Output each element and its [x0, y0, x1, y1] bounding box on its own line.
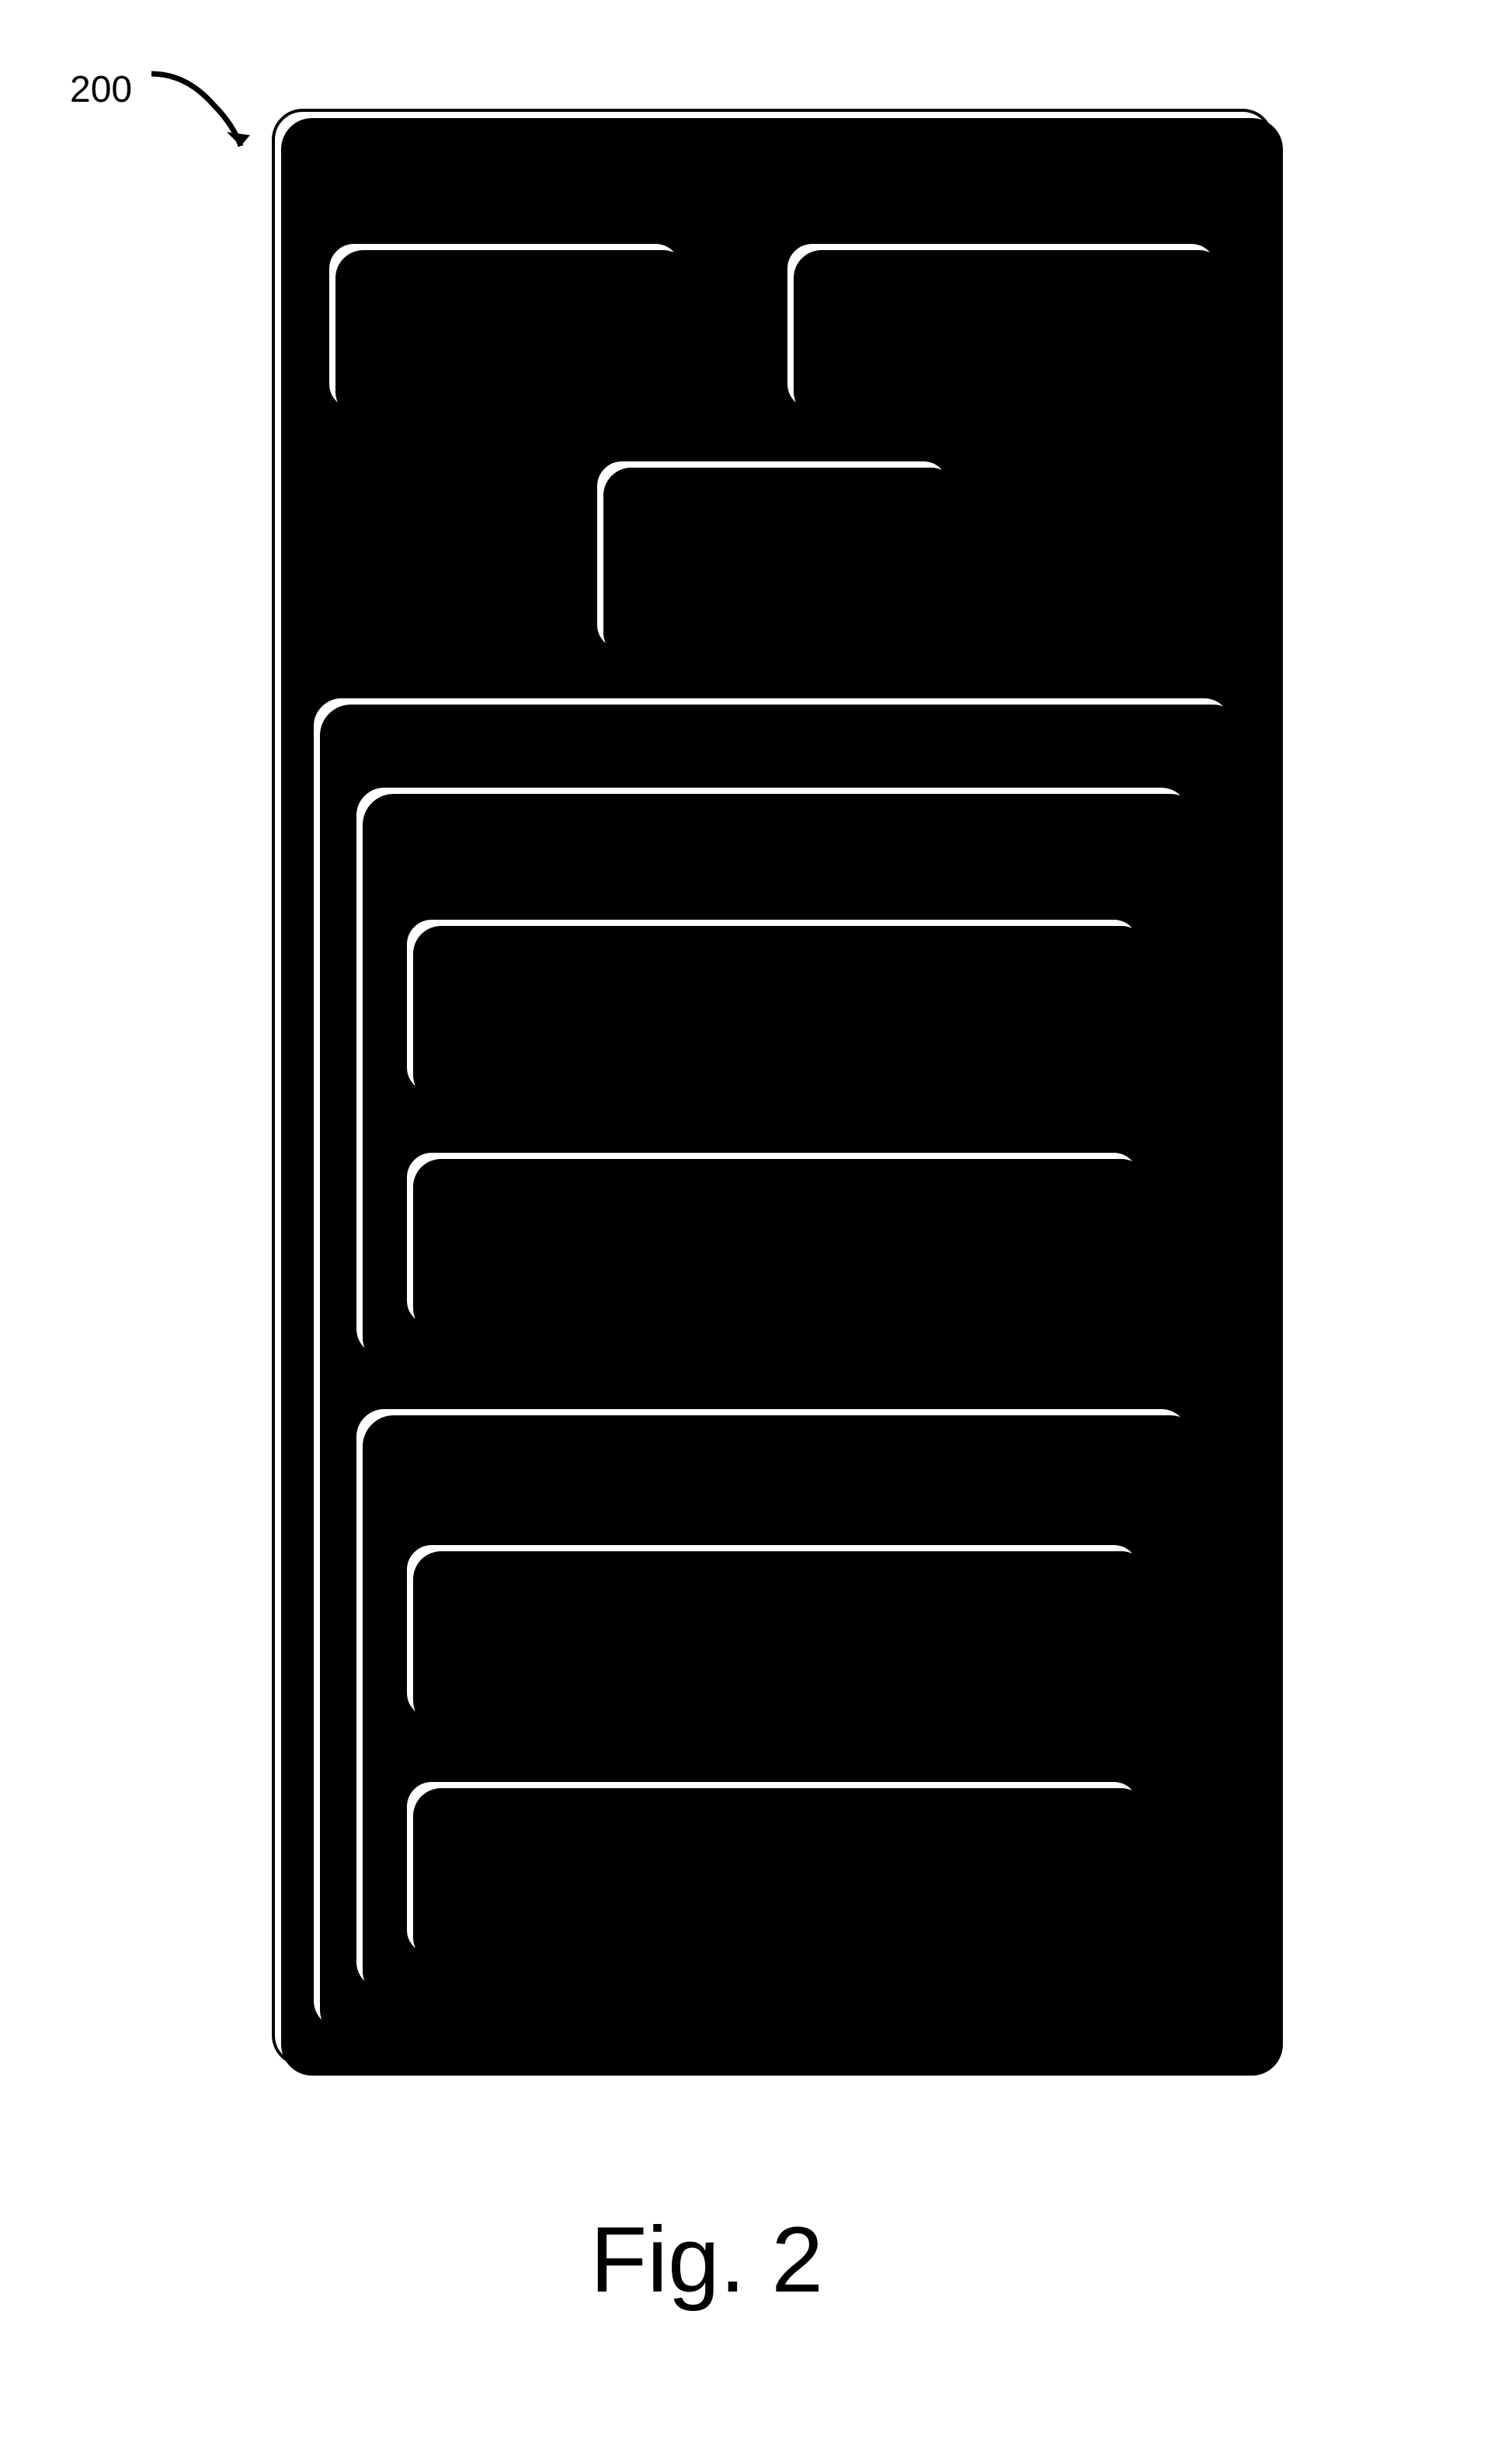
network-interfaces-title: Network Interfaces: [855, 283, 1149, 325]
system-memory-header: System Memory 208: [314, 720, 1232, 759]
program-modules-title: Program Modules: [638, 809, 906, 852]
other-program-data-num: 218: [744, 1866, 801, 1904]
other-program-modules-num: 214: [744, 1237, 801, 1275]
program-data-num: 212: [744, 1476, 801, 1514]
io-interfaces-box: Input/Output Interfaces 206: [594, 458, 951, 653]
io-interfaces-title-l2: Interfaces: [696, 531, 850, 574]
threat-analysis-data-box: Threat Analysis Data 216: [404, 1542, 1142, 1721]
system-memory-title: System Memory: [624, 720, 855, 758]
network-interfaces-box: Network Interfaces 204: [784, 241, 1219, 412]
device-title-num: 110: [978, 136, 1035, 176]
device-title: TAM Client Computing Device 110: [275, 135, 1270, 177]
io-interfaces-title-l1: Input/Output: [677, 489, 868, 531]
threat-analyzing-module-title: Threat-Analyzing Module: [586, 959, 960, 1001]
system-memory-num: 208: [864, 720, 921, 758]
threat-analysis-data-title: Threat Analysis Data: [618, 1584, 926, 1627]
program-modules-num: 210: [744, 854, 801, 893]
network-interfaces-num: 204: [973, 328, 1030, 366]
other-program-data-box: Other Program Data 218: [404, 1779, 1142, 1958]
program-data-title: Program Data: [669, 1431, 878, 1474]
processors-title: Processor(s): [405, 283, 605, 325]
io-interfaces-num: 206: [744, 576, 801, 614]
threat-analyzing-module-box: Threat-Analyzing Module 114: [404, 917, 1142, 1095]
figure-ref-number: 200: [70, 68, 132, 111]
other-program-data-title: Other Program Data: [617, 1821, 927, 1864]
device-title-text: TAM Client Computing Device: [510, 136, 969, 176]
ref-arrow: [140, 62, 272, 163]
processors-num: 202: [476, 328, 533, 366]
other-program-modules-box: Other Program Module(s) 214: [404, 1150, 1142, 1328]
threat-analyzing-module-num: 114: [746, 1004, 800, 1042]
figure-caption: Fig. 2: [590, 2206, 823, 2313]
other-program-modules-title: Other Program Module(s): [576, 1192, 968, 1234]
figure-canvas: 200 TAM Client Computing Device 110 Proc…: [0, 0, 1491, 2464]
processors-box: Processor(s) 202: [326, 241, 683, 412]
threat-analysis-data-num: 216: [744, 1629, 801, 1667]
